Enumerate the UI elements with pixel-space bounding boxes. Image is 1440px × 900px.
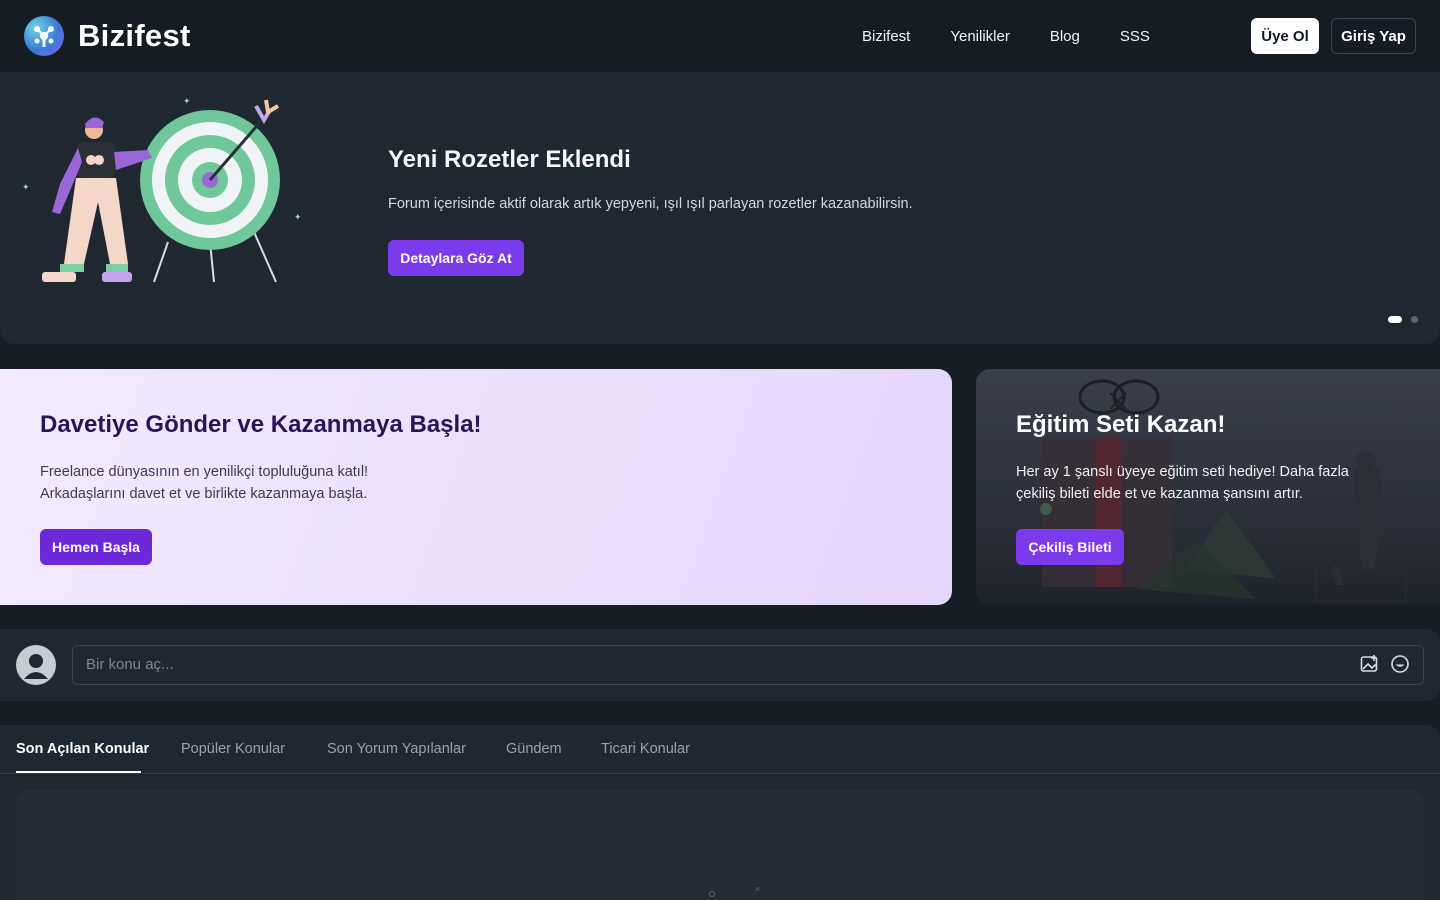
- tab-commercial-topics[interactable]: Ticari Konular: [601, 741, 690, 757]
- image-upload-icon[interactable]: [1360, 654, 1380, 674]
- invite-card-title: Davetiye Gönder ve Kazanmaya Başla!: [40, 411, 482, 438]
- tab-latest-topics[interactable]: Son Açılan Konular: [16, 741, 149, 757]
- brand-name: Bizifest: [78, 18, 191, 53]
- start-now-button[interactable]: Hemen Başla: [40, 529, 152, 565]
- nav-link-blog[interactable]: Blog: [1050, 28, 1080, 45]
- nav-link-bizifest[interactable]: Bizifest: [862, 28, 910, 45]
- tab-popular-topics[interactable]: Popüler Konular: [181, 741, 285, 757]
- slider-dot-active[interactable]: [1388, 316, 1402, 323]
- active-tab-indicator: [16, 771, 141, 773]
- target-illustration: ✦ ✦ ✦: [22, 96, 302, 283]
- brand-logo[interactable]: Bizifest: [24, 16, 191, 56]
- invite-card: Davetiye Gönder ve Kazanmaya Başla! Free…: [0, 369, 952, 605]
- education-card: Eğitim Seti Kazan! Her ay 1 şanslı üyeye…: [976, 369, 1440, 605]
- user-avatar-icon[interactable]: [16, 645, 56, 685]
- topic-list-area: [16, 790, 1424, 900]
- topic-tabs: Son Açılan Konular Popüler Konular Son Y…: [0, 725, 1440, 774]
- topic-composer: Bir konu aç...: [0, 629, 1440, 701]
- logo-mark-icon: [24, 16, 64, 56]
- nav-link-sss[interactable]: SSS: [1120, 28, 1150, 45]
- education-card-description: Her ay 1 şanslı üyeye eğitim seti hediye…: [1016, 464, 1349, 502]
- login-button[interactable]: Giriş Yap: [1331, 18, 1416, 54]
- svg-text:✦: ✦: [183, 96, 191, 106]
- svg-text:✦: ✦: [294, 212, 302, 222]
- slider-dot[interactable]: [1411, 316, 1418, 323]
- decorative-cross: ×: [755, 884, 761, 894]
- nav-links: Bizifest Yenilikler Blog SSS: [862, 0, 1190, 72]
- top-navbar: Bizifest Bizifest Yenilikler Blog SSS Üy…: [0, 0, 1440, 72]
- signup-button[interactable]: Üye Ol: [1251, 18, 1319, 54]
- hero-title: Yeni Rozetler Eklendi: [388, 146, 631, 173]
- nav-link-yenilikler[interactable]: Yenilikler: [950, 28, 1009, 45]
- education-card-title: Eğitim Seti Kazan!: [1016, 411, 1226, 438]
- new-topic-input[interactable]: Bir konu aç...: [72, 645, 1424, 685]
- raffle-ticket-button[interactable]: Çekiliş Bileti: [1016, 529, 1124, 565]
- invite-card-description: Freelance dünyasının en yenilikçi toplul…: [40, 461, 368, 505]
- invite-desc-line-1: Freelance dünyasının en yenilikçi toplul…: [40, 464, 369, 480]
- decorative-circle: [709, 891, 715, 897]
- hero-slider: ✦ ✦ ✦ Yeni Rozetler Eklendi Forum içeris…: [0, 72, 1440, 344]
- emoji-icon[interactable]: [1390, 654, 1410, 674]
- tab-agenda[interactable]: Gündem: [506, 741, 562, 757]
- hero-description: Forum içerisinde aktif olarak artık yepy…: [388, 196, 913, 212]
- svg-text:✦: ✦: [22, 182, 30, 192]
- topics-panel: Son Açılan Konular Popüler Konular Son Y…: [0, 725, 1440, 900]
- hero-details-button[interactable]: Detaylara Göz At: [388, 240, 524, 276]
- invite-desc-line-2: Arkadaşlarını davet et ve birlikte kazan…: [40, 486, 368, 502]
- tab-recent-comments[interactable]: Son Yorum Yapılanlar: [327, 741, 466, 757]
